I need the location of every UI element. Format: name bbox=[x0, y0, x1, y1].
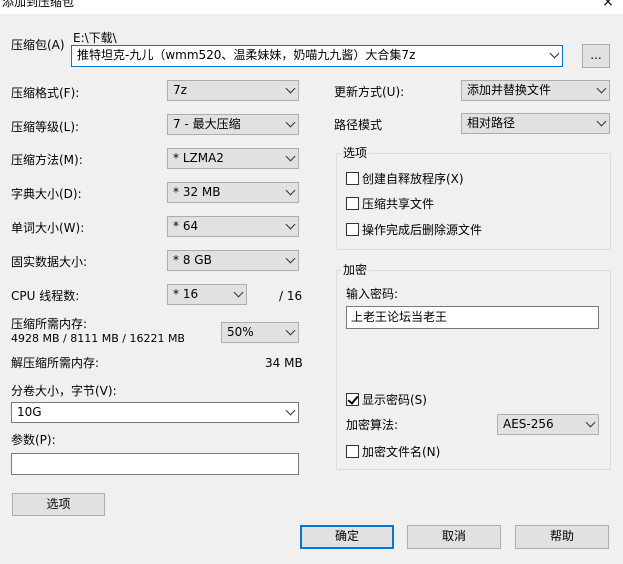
method-select[interactable]: * LZMA2 bbox=[167, 148, 299, 169]
word-value: * 64 bbox=[173, 219, 199, 233]
chevron-down-icon bbox=[285, 83, 296, 94]
solid-label: 固实数据大小: bbox=[11, 255, 88, 269]
solid-value: * 8 GB bbox=[173, 253, 212, 267]
chevron-down-icon bbox=[596, 83, 607, 94]
word-label: 单词大小(W): bbox=[11, 221, 85, 235]
dict-value: * 32 MB bbox=[173, 185, 221, 199]
encrypt-names-label: 加密文件名(N) bbox=[362, 445, 441, 459]
delete-checkbox[interactable] bbox=[346, 223, 359, 236]
enc-method-select[interactable]: AES-256 bbox=[497, 414, 599, 435]
pathmode-select[interactable]: 相对路径 bbox=[461, 113, 610, 134]
window-title: 添加到压缩包 bbox=[2, 0, 75, 9]
browse-button[interactable]: ... bbox=[582, 44, 610, 68]
chevron-down-icon bbox=[285, 151, 296, 162]
chevron-down-icon bbox=[285, 219, 296, 230]
encryption-group-title: 加密 bbox=[341, 263, 370, 277]
sfx-checkbox[interactable] bbox=[346, 172, 359, 185]
chevron-down-icon bbox=[285, 405, 296, 416]
level-label: 压缩等级(L): bbox=[11, 120, 80, 134]
cpu-label: CPU 线程数: bbox=[11, 289, 80, 303]
chevron-down-icon bbox=[285, 325, 296, 336]
chevron-down-icon bbox=[233, 287, 244, 298]
shared-checkbox[interactable] bbox=[346, 197, 359, 210]
title-bar: 添加到压缩包 × bbox=[0, 0, 623, 14]
close-icon[interactable]: × bbox=[598, 0, 618, 10]
show-password-row[interactable]: 显示密码(S) bbox=[346, 392, 546, 408]
params-input[interactable] bbox=[11, 453, 299, 475]
volume-label: 分卷大小，字节(V): bbox=[11, 384, 117, 398]
ok-button[interactable]: 确定 bbox=[300, 525, 394, 549]
shared-label: 压缩共享文件 bbox=[362, 197, 435, 211]
chevron-down-icon bbox=[285, 117, 296, 128]
method-value: * LZMA2 bbox=[173, 151, 224, 165]
archive-name-combo[interactable]: 推特坦克-九儿（wmm520、温柔妹妹，奶喵九九酱）大合集7z bbox=[71, 45, 563, 67]
help-button[interactable]: 帮助 bbox=[515, 525, 609, 549]
update-value: 添加并替换文件 bbox=[467, 83, 552, 97]
archive-label: 压缩包(A) bbox=[11, 38, 65, 52]
cpu-select[interactable]: * 16 bbox=[167, 284, 247, 305]
dict-label: 字典大小(D): bbox=[11, 187, 82, 201]
format-label: 压缩格式(F): bbox=[11, 86, 80, 100]
dict-select[interactable]: * 32 MB bbox=[167, 182, 299, 203]
format-select[interactable]: 7z bbox=[167, 80, 299, 101]
method-label: 压缩方法(M): bbox=[11, 153, 83, 167]
pathmode-label: 路径模式 bbox=[334, 118, 383, 132]
volume-value: 10G bbox=[17, 405, 42, 419]
password-input[interactable]: 上老王论坛当老王 bbox=[346, 306, 599, 329]
archive-name-text: 推特坦克-九儿（wmm520、温柔妹妹，奶喵九九酱）大合集7z bbox=[77, 48, 416, 62]
sfx-label: 创建自释放程序(X) bbox=[362, 172, 464, 186]
mem-label: 压缩所需内存: bbox=[11, 317, 88, 331]
password-label: 输入密码: bbox=[346, 287, 399, 301]
mem-detail: 4928 MB / 8111 MB / 16221 MB bbox=[11, 332, 185, 345]
word-select[interactable]: * 64 bbox=[167, 216, 299, 237]
level-value: 7 - 最大压缩 bbox=[173, 117, 241, 131]
params-label: 参数(P): bbox=[11, 433, 56, 447]
options-button[interactable]: 选项 bbox=[12, 493, 105, 516]
encrypt-names-checkbox[interactable] bbox=[346, 445, 359, 458]
update-select[interactable]: 添加并替换文件 bbox=[461, 80, 610, 101]
show-password-label: 显示密码(S) bbox=[362, 393, 427, 407]
enc-method-label: 加密算法: bbox=[346, 418, 399, 432]
options-group-title: 选项 bbox=[341, 146, 370, 160]
chevron-down-icon bbox=[585, 417, 596, 428]
pathmode-value: 相对路径 bbox=[467, 116, 516, 130]
archive-path: E:\下载\ bbox=[73, 31, 117, 45]
sfx-checkbox-row[interactable]: 创建自释放程序(X) bbox=[346, 171, 546, 187]
chevron-down-icon bbox=[285, 185, 296, 196]
chevron-down-icon bbox=[596, 116, 607, 127]
chevron-down-icon[interactable] bbox=[549, 48, 560, 59]
shared-checkbox-row[interactable]: 压缩共享文件 bbox=[346, 196, 546, 212]
solid-select[interactable]: * 8 GB bbox=[167, 250, 299, 271]
cancel-button[interactable]: 取消 bbox=[407, 525, 501, 549]
mem-percent-value: 50% bbox=[227, 325, 254, 339]
volume-combo[interactable]: 10G bbox=[11, 402, 299, 423]
encrypt-names-row[interactable]: 加密文件名(N) bbox=[346, 444, 546, 460]
cpu-total: / 16 bbox=[279, 289, 303, 303]
decomp-label: 解压缩所需内存: bbox=[11, 356, 100, 370]
show-password-checkbox[interactable] bbox=[346, 393, 359, 406]
format-value: 7z bbox=[173, 83, 187, 97]
decomp-value: 34 MB bbox=[265, 356, 303, 370]
chevron-down-icon bbox=[285, 253, 296, 264]
enc-method-value: AES-256 bbox=[503, 417, 554, 431]
update-label: 更新方式(U): bbox=[334, 85, 405, 99]
level-select[interactable]: 7 - 最大压缩 bbox=[167, 114, 299, 135]
cpu-value: * 16 bbox=[173, 287, 199, 301]
mem-percent-select[interactable]: 50% bbox=[221, 322, 299, 343]
delete-label: 操作完成后删除源文件 bbox=[362, 223, 483, 237]
delete-checkbox-row[interactable]: 操作完成后删除源文件 bbox=[346, 222, 546, 238]
